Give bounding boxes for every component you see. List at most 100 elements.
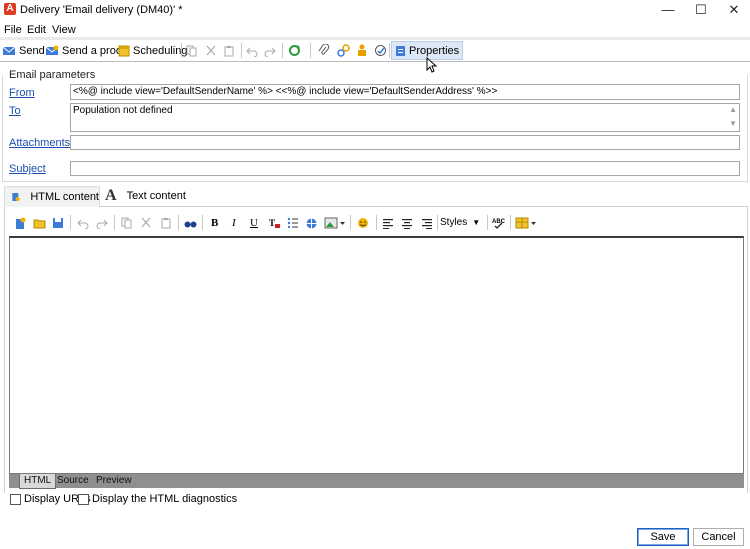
underline-button[interactable]: U [250, 214, 258, 232]
attachment-button[interactable] [318, 42, 330, 59]
mode-tab-preview[interactable]: Preview [92, 474, 136, 488]
clear-format-button[interactable]: T [268, 214, 281, 232]
editor-redo-button[interactable] [96, 214, 108, 232]
editor-toolbar-separator [70, 215, 71, 230]
subject-field[interactable] [70, 161, 740, 176]
floppy-disk-icon [53, 218, 63, 228]
scroll-down-icon[interactable]: ▼ [729, 119, 737, 128]
send-proof-icon [45, 45, 59, 55]
binoculars-icon [184, 221, 197, 228]
subject-link[interactable]: Subject [9, 163, 46, 175]
properties-icon [396, 45, 405, 56]
globe-link-icon [306, 218, 317, 228]
italic-icon: I [232, 217, 236, 229]
scheduling-button[interactable]: Scheduling [118, 42, 187, 59]
send-button[interactable]: Send [2, 42, 45, 59]
insert-link-button[interactable] [305, 214, 318, 232]
redo-icon [96, 219, 108, 229]
personalization-button[interactable] [356, 42, 368, 59]
link-icon [337, 44, 350, 57]
bold-button[interactable]: B [211, 214, 218, 232]
italic-button[interactable]: I [232, 214, 236, 232]
copy-icon [186, 45, 197, 56]
attachments-field[interactable] [70, 135, 740, 150]
tab-html-content[interactable]: HTML content [4, 186, 100, 207]
attachments-link[interactable]: Attachments [9, 137, 70, 149]
from-link[interactable]: From [9, 87, 35, 99]
clear-format-icon: T [269, 218, 280, 228]
link-button[interactable] [337, 42, 350, 59]
open-button[interactable] [33, 214, 46, 232]
from-field[interactable]: <%@ include view='DefaultSenderName' %> … [70, 84, 740, 100]
bullet-list-button[interactable] [287, 214, 299, 232]
paperclip-icon [318, 44, 330, 55]
to-link[interactable]: To [9, 105, 21, 117]
find-button[interactable] [184, 214, 197, 232]
toolbar-separator [181, 43, 182, 58]
toolbar-separator [282, 43, 283, 58]
editor-toolbar-separator [178, 215, 179, 230]
close-button[interactable]: ✕ [717, 0, 750, 20]
scroll-up-icon[interactable]: ▲ [729, 105, 737, 114]
copy-button[interactable] [186, 42, 198, 59]
menu-bar: File Edit View [0, 21, 750, 37]
insert-image-button[interactable] [324, 214, 346, 232]
bold-icon: B [211, 217, 219, 229]
send-proof-label: Send a proof [62, 44, 125, 57]
window-title: Delivery 'Email delivery (DM40)' * [20, 4, 183, 16]
checkbox-box[interactable] [10, 493, 21, 505]
align-right-button[interactable] [422, 214, 433, 232]
send-proof-button[interactable]: Send a proof [45, 42, 125, 59]
to-field[interactable]: Population not defined ▲ ▼ [70, 103, 740, 132]
app-logo-icon: A [4, 3, 16, 15]
image-icon [324, 217, 345, 229]
properties-label: Properties [409, 44, 460, 57]
tab-html-label: HTML content [30, 191, 99, 203]
editor-cut-button[interactable] [140, 214, 152, 232]
mode-tab-source[interactable]: Source [53, 474, 93, 488]
emoticon-button[interactable] [357, 214, 369, 232]
spellcheck-button[interactable]: ABC [492, 214, 505, 232]
menu-file[interactable]: File [4, 24, 22, 36]
html-diagnostics-checkbox[interactable]: Display the HTML diagnostics [78, 493, 237, 505]
cut-button[interactable] [205, 42, 217, 59]
maximize-button[interactable]: ☐ [684, 0, 718, 20]
tab-text-label: Text content [126, 190, 186, 202]
cancel-button[interactable]: Cancel [693, 528, 744, 546]
minimize-button[interactable]: — [651, 0, 685, 20]
smiley-icon [358, 218, 368, 228]
paste-button[interactable] [223, 42, 235, 59]
menu-edit[interactable]: Edit [27, 24, 46, 36]
new-doc-button[interactable] [14, 214, 26, 232]
align-center-icon [402, 218, 412, 229]
spellcheck-icon: ABC [492, 219, 505, 229]
mode-tab-html[interactable]: HTML [19, 474, 57, 489]
html-editor-area[interactable] [9, 236, 744, 474]
scissors-icon [141, 217, 151, 228]
table-button[interactable] [515, 214, 537, 232]
save-button[interactable]: Save [637, 528, 689, 546]
new-document-icon [16, 217, 26, 229]
align-center-button[interactable] [402, 214, 413, 232]
align-left-button[interactable] [383, 214, 394, 232]
scheduling-label: Scheduling [133, 44, 188, 57]
redo-button[interactable] [264, 42, 276, 59]
editor-copy-button[interactable] [121, 214, 133, 232]
svg-text:ABC: ABC [492, 219, 505, 225]
save-doc-button[interactable] [52, 214, 64, 232]
validation-button[interactable] [374, 42, 387, 59]
undo-button[interactable] [246, 42, 258, 59]
tab-text-content[interactable]: A Text content [100, 186, 186, 206]
bullet-list-icon [287, 217, 298, 229]
editor-toolbar-separator [114, 215, 115, 230]
editor-mode-bar: HTML Source Preview [9, 474, 744, 489]
menu-view[interactable]: View [52, 24, 76, 36]
clipboard-icon [161, 218, 171, 229]
checkbox-box[interactable] [78, 493, 89, 505]
refresh-button[interactable] [288, 42, 301, 59]
toolbar-separator [310, 43, 311, 58]
undo-icon [77, 219, 89, 229]
editor-undo-button[interactable] [77, 214, 89, 232]
editor-paste-button[interactable] [160, 214, 172, 232]
styles-dropdown[interactable]: Styles ▼ [440, 214, 484, 230]
